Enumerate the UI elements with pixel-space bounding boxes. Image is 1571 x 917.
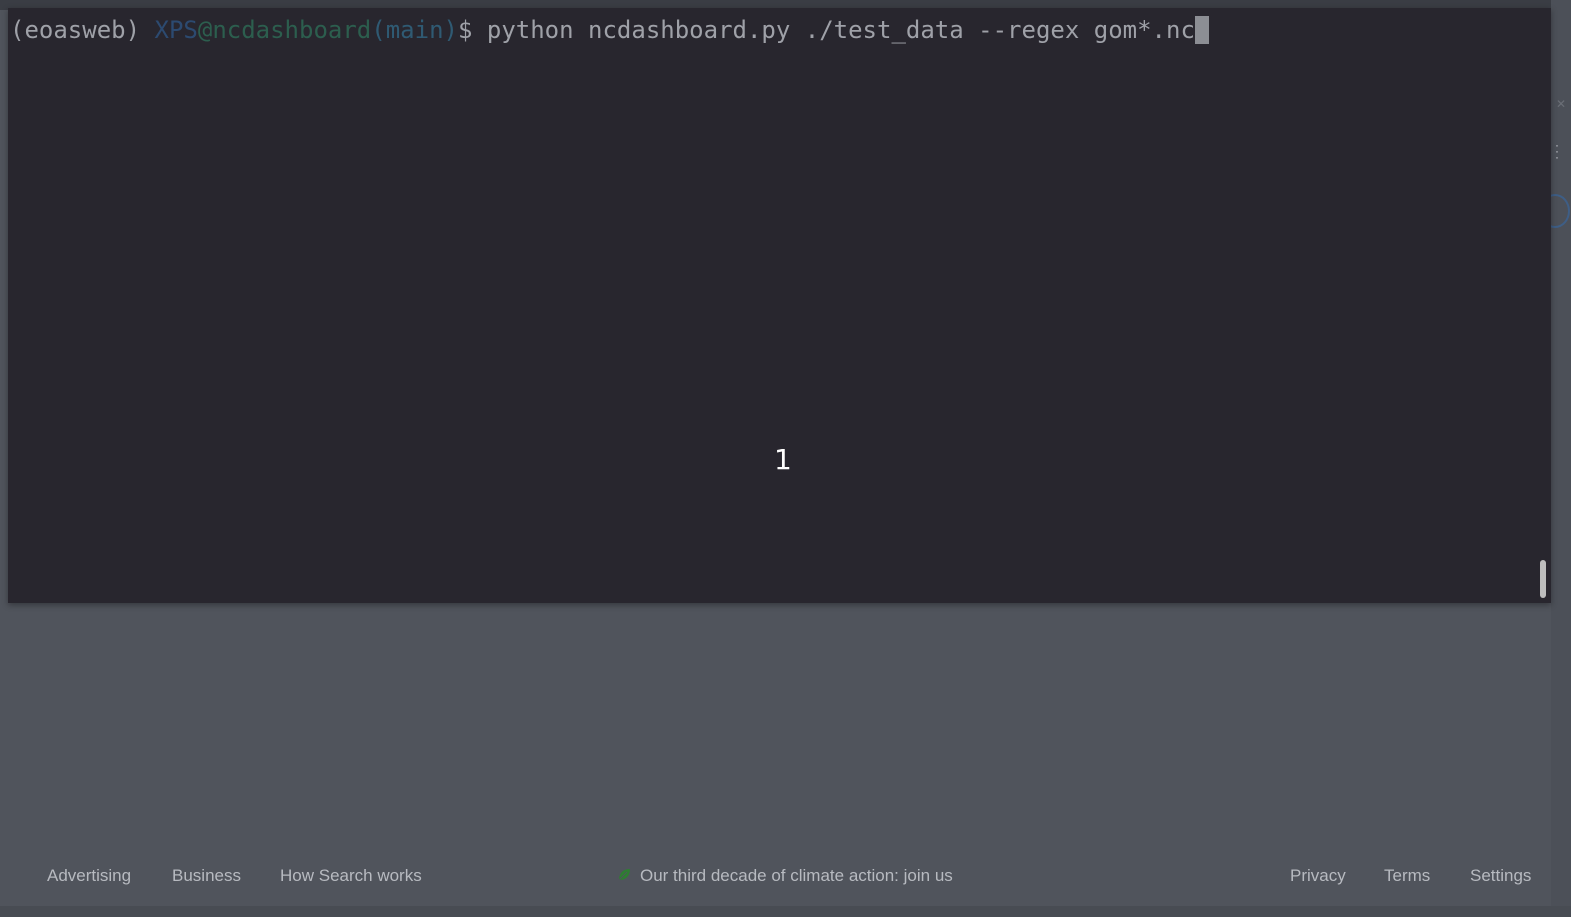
background-right-edge xyxy=(1551,0,1571,917)
background-bottom-bar xyxy=(0,906,1571,917)
more-options-icon[interactable]: · · · xyxy=(1555,139,1559,163)
screen: ✕ · · · (eoasweb) XPS@ncdashboard(main)$ p… xyxy=(0,0,1571,917)
footer-link-business[interactable]: Business xyxy=(172,866,241,886)
leaf-icon xyxy=(618,869,630,881)
close-icon[interactable]: ✕ xyxy=(1556,98,1566,110)
prompt-symbol: $ xyxy=(457,16,487,44)
prompt-user: XPS xyxy=(154,16,198,44)
footer-link-how-search-works[interactable]: How Search works xyxy=(280,866,422,886)
prompt-directory: ncdashboard xyxy=(212,16,372,44)
prompt-at: @ xyxy=(197,16,213,44)
conda-env-label: (eoasweb) xyxy=(10,16,155,44)
page-footer: Advertising Business How Search works Ou… xyxy=(0,856,1551,896)
terminal-prompt-line: (eoasweb) XPS@ncdashboard(main)$ python … xyxy=(10,16,1209,44)
footer-link-settings[interactable]: Settings xyxy=(1470,866,1531,886)
footer-link-terms[interactable]: Terms xyxy=(1384,866,1430,886)
git-branch-label: (main) xyxy=(371,16,458,44)
terminal-scrollbar[interactable] xyxy=(1540,560,1546,598)
step-counter: 1 xyxy=(774,443,792,476)
terminal-window[interactable]: (eoasweb) XPS@ncdashboard(main)$ python … xyxy=(8,8,1551,603)
footer-link-advertising[interactable]: Advertising xyxy=(47,866,131,886)
footer-link-privacy[interactable]: Privacy xyxy=(1290,866,1346,886)
text-cursor xyxy=(1194,16,1209,44)
command-input[interactable]: python ncdashboard.py ./test_data --rege… xyxy=(487,16,1195,44)
footer-link-climate-action[interactable]: Our third decade of climate action: join… xyxy=(640,866,953,886)
